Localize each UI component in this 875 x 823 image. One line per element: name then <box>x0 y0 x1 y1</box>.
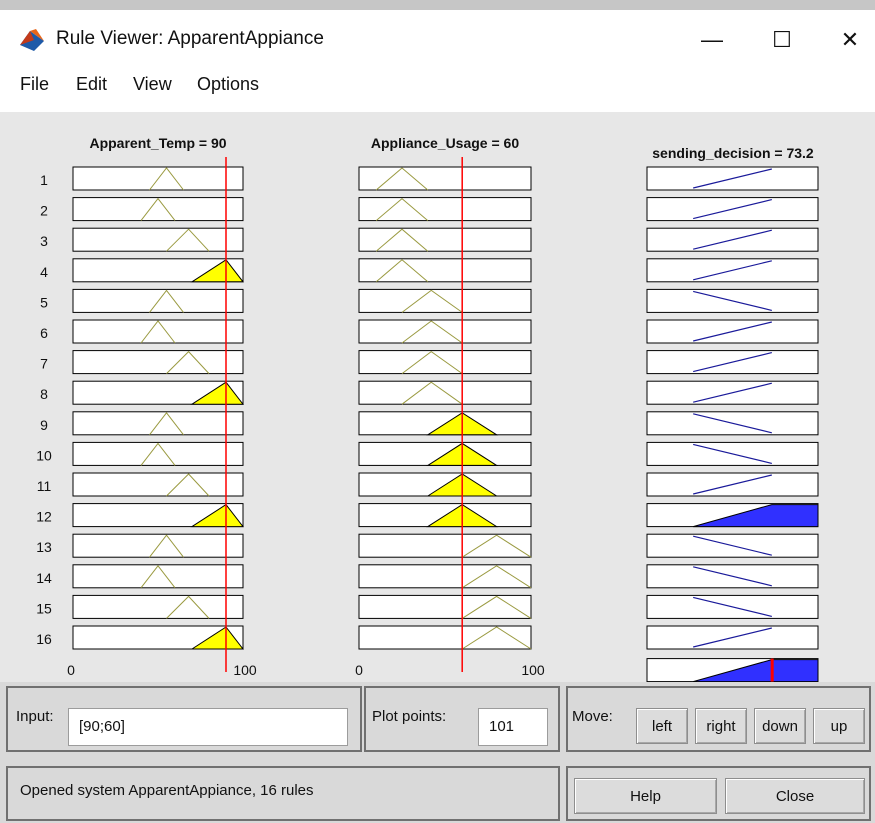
mf-box <box>358 380 532 405</box>
mf-box <box>358 166 532 191</box>
rule-number: 2 <box>40 203 48 219</box>
rule-number: 5 <box>40 294 48 310</box>
move-left-button[interactable]: left <box>636 708 688 744</box>
status-text: Opened system ApparentAppiance, 16 rules <box>20 782 314 799</box>
mf-box <box>358 625 532 650</box>
rule-viewer-plot[interactable]: Apparent_Temp = 90 Appliance_Usage = 60 se… <box>0 112 875 683</box>
close-button[interactable]: Close <box>725 778 865 814</box>
help-button[interactable]: Help <box>574 778 717 814</box>
title-bar: Rule Viewer: ApparentAppiance — ☐ ✕ <box>0 10 875 62</box>
mf-box <box>358 288 532 313</box>
rule-number: 1 <box>40 172 48 188</box>
move-down-button[interactable]: down <box>754 708 806 744</box>
axis-max-temp: 100 <box>233 662 257 678</box>
minimize-button[interactable]: — <box>692 24 732 56</box>
move-label: Move: <box>572 708 613 725</box>
rule-number: 9 <box>40 417 48 433</box>
mf-box <box>358 319 532 344</box>
mf-box <box>72 319 244 344</box>
rule-number: 3 <box>40 233 48 249</box>
rule-number: 4 <box>40 264 48 280</box>
mf-box <box>358 594 532 619</box>
mf-box <box>358 227 532 252</box>
input-field[interactable]: [90;60] <box>68 708 348 746</box>
rule-row: 8 <box>40 380 819 405</box>
axis-min-usage: 0 <box>355 662 363 678</box>
rule-number: 14 <box>36 570 52 586</box>
rule-row: 1 <box>40 166 819 191</box>
rule-number: 10 <box>36 447 52 463</box>
mf-box <box>72 564 244 589</box>
rule-row: 12 <box>36 503 819 528</box>
rule-number: 6 <box>40 325 48 341</box>
mf-box <box>72 350 244 375</box>
rule-number: 16 <box>36 631 52 647</box>
window-top-edge <box>0 0 875 10</box>
control-panel: Input: [90;60] Plot points: 101 Move: le… <box>0 682 875 823</box>
rule-row: 16 <box>36 625 819 650</box>
plot-points-field[interactable]: 101 <box>478 708 548 746</box>
column-title-3: sending_decision = 73.2 <box>652 145 814 161</box>
rule-row: 5 <box>40 288 819 313</box>
rule-number: 8 <box>40 386 48 402</box>
axis-min-temp: 0 <box>67 662 75 678</box>
rule-number: 12 <box>36 509 52 525</box>
mf-box <box>72 227 244 252</box>
mf-box <box>72 594 244 619</box>
column-title-2: Appliance_Usage = 60 <box>371 135 519 151</box>
menu-edit[interactable]: Edit <box>76 74 107 95</box>
menu-file[interactable]: File <box>20 74 49 95</box>
rule-row: 10 <box>36 441 819 466</box>
rule-row: 14 <box>36 564 819 589</box>
menu-view[interactable]: View <box>133 74 172 95</box>
rule-row: 15 <box>36 594 819 619</box>
mf-box <box>358 533 532 558</box>
close-window-button[interactable]: ✕ <box>830 24 870 56</box>
rule-row: 13 <box>36 533 819 558</box>
move-right-button[interactable]: right <box>695 708 747 744</box>
rule-number: 13 <box>36 539 52 555</box>
input-label: Input: <box>16 708 54 725</box>
mf-box <box>72 472 244 497</box>
mf-box <box>358 350 532 375</box>
mf-box <box>72 197 244 222</box>
rule-number: 15 <box>36 600 52 616</box>
rule-row: 11 <box>37 472 819 497</box>
rule-number: 11 <box>37 478 52 494</box>
rule-plot-panel: Apparent_Temp = 90 Appliance_Usage = 60 se… <box>0 112 875 683</box>
plot-points-label: Plot points: <box>372 708 447 725</box>
mf-box <box>358 197 532 222</box>
mf-box <box>358 564 532 589</box>
mf-box <box>72 441 244 466</box>
column-title-1: Apparent_Temp = 90 <box>89 135 226 151</box>
axis-max-usage: 100 <box>521 662 545 678</box>
mf-box <box>358 258 532 283</box>
rule-row: 4 <box>40 258 819 283</box>
rule-row: 3 <box>40 227 819 252</box>
maximize-button[interactable]: ☐ <box>762 24 802 56</box>
move-up-button[interactable]: up <box>813 708 865 744</box>
rule-row: 6 <box>40 319 819 344</box>
menu-bar: File Edit View Options <box>0 62 875 112</box>
rule-row: 2 <box>40 197 819 222</box>
matlab-logo-icon <box>20 29 44 51</box>
window-title: Rule Viewer: ApparentAppiance <box>56 28 324 49</box>
rule-row: 7 <box>40 350 819 375</box>
menu-options[interactable]: Options <box>197 74 259 95</box>
rule-row: 9 <box>40 411 819 436</box>
rule-number: 7 <box>40 356 48 372</box>
